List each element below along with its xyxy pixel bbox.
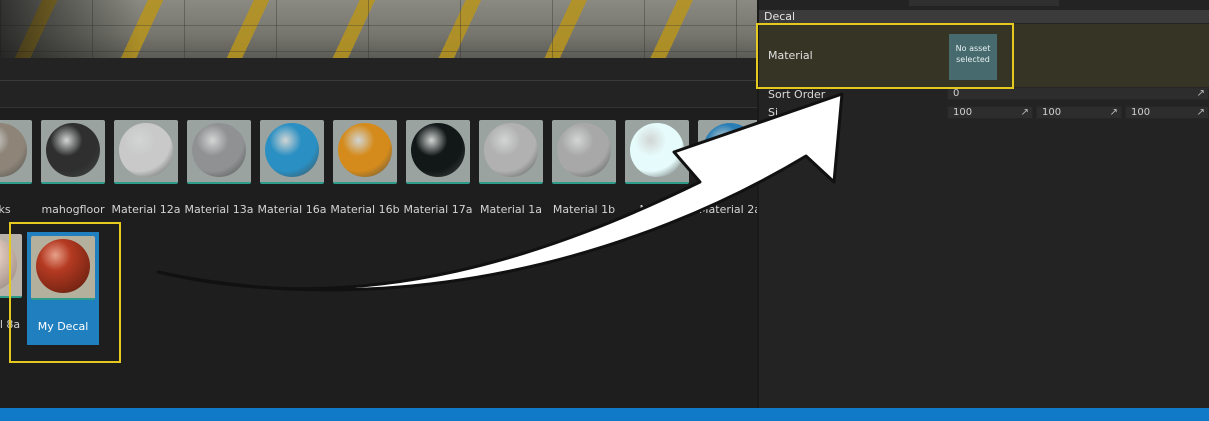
material-sphere-icon — [411, 123, 465, 177]
material-sphere-icon — [0, 237, 17, 291]
asset-thumbnail[interactable] — [333, 120, 397, 184]
status-bar — [0, 408, 1209, 421]
asset-label: Material 1b — [552, 203, 616, 216]
asset-thumbnail[interactable] — [41, 120, 105, 184]
material-sphere-icon — [630, 123, 684, 177]
size-y-field[interactable]: 100 ↗ — [1036, 106, 1122, 119]
asset-thumbnail[interactable] — [552, 120, 616, 184]
size-x-field[interactable]: 100 ↗ — [947, 106, 1033, 119]
scene-viewport[interactable] — [0, 0, 757, 58]
material-sphere-icon — [703, 123, 757, 177]
material-sphere-icon — [192, 123, 246, 177]
decal-section-header[interactable]: Decal — [759, 10, 1209, 23]
asset-label: Materi — [639, 203, 675, 216]
inspector-panel: Decal Material No asset selected Sort Or… — [757, 0, 1209, 408]
material-sphere-icon — [484, 123, 538, 177]
material-asset-slot[interactable]: No asset selected — [949, 34, 997, 80]
asset-thumbnail[interactable] — [187, 120, 251, 184]
asset-label: Material 16a — [257, 203, 327, 216]
material-sphere-icon — [0, 123, 27, 177]
size-label: Si — [768, 106, 779, 119]
assets-toolbar — [0, 58, 757, 108]
material-sphere-icon — [338, 123, 392, 177]
asset-thumbnail[interactable] — [260, 120, 324, 184]
material-sphere-icon — [265, 123, 319, 177]
size-x-value: 100 — [953, 107, 973, 118]
material-label: Material — [768, 49, 813, 62]
asset-label: mahogfloor — [41, 203, 105, 216]
material-sphere-icon — [119, 123, 173, 177]
expand-icon[interactable]: ↗ — [1197, 88, 1205, 99]
asset-thumbnail[interactable] — [114, 120, 178, 184]
asset-thumbnail[interactable] — [698, 120, 762, 184]
asset-item-my-decal[interactable]: My Decal — [27, 232, 99, 345]
size-y-value: 100 — [1042, 107, 1062, 118]
material-row: Material No asset selected — [759, 24, 1209, 88]
asset-label: Material 1a — [480, 203, 542, 216]
material-sphere-icon — [557, 123, 611, 177]
asset-label: Material 12a — [111, 203, 181, 216]
asset-thumbnail[interactable] — [0, 234, 22, 298]
asset-thumbnail[interactable] — [479, 120, 543, 184]
size-z-field[interactable]: 100 ↗ — [1125, 106, 1209, 119]
toolbar-divider — [0, 80, 757, 81]
decal-sphere-icon — [36, 239, 90, 293]
sort-order-field[interactable]: 0 ↗ — [947, 87, 1209, 100]
viewport-shadow — [0, 0, 140, 58]
size-z-value: 100 — [1131, 107, 1151, 118]
asset-thumbnail[interactable] — [625, 120, 689, 184]
sort-order-label: Sort Order — [768, 88, 826, 101]
asset-label: Material 17a — [403, 203, 473, 216]
asset-label: My Decal — [37, 320, 89, 333]
section-title: Decal — [764, 10, 796, 23]
asset-label: Material 16b — [330, 203, 400, 216]
material-sphere-icon — [46, 123, 100, 177]
expand-icon[interactable]: ↗ — [1197, 107, 1205, 118]
expand-icon[interactable]: ↗ — [1110, 107, 1118, 118]
asset-thumbnail[interactable] — [0, 120, 32, 184]
expand-icon[interactable]: ↗ — [1021, 107, 1029, 118]
sort-order-value: 0 — [953, 88, 960, 99]
asset-thumbnail[interactable] — [31, 236, 95, 300]
asset-label: Material 13a — [184, 203, 254, 216]
asset-thumbnail[interactable] — [406, 120, 470, 184]
inspector-top-bar — [909, 0, 1059, 6]
assets-panel: icksmahogfloorMaterial 12aMaterial 13aMa… — [0, 58, 762, 408]
